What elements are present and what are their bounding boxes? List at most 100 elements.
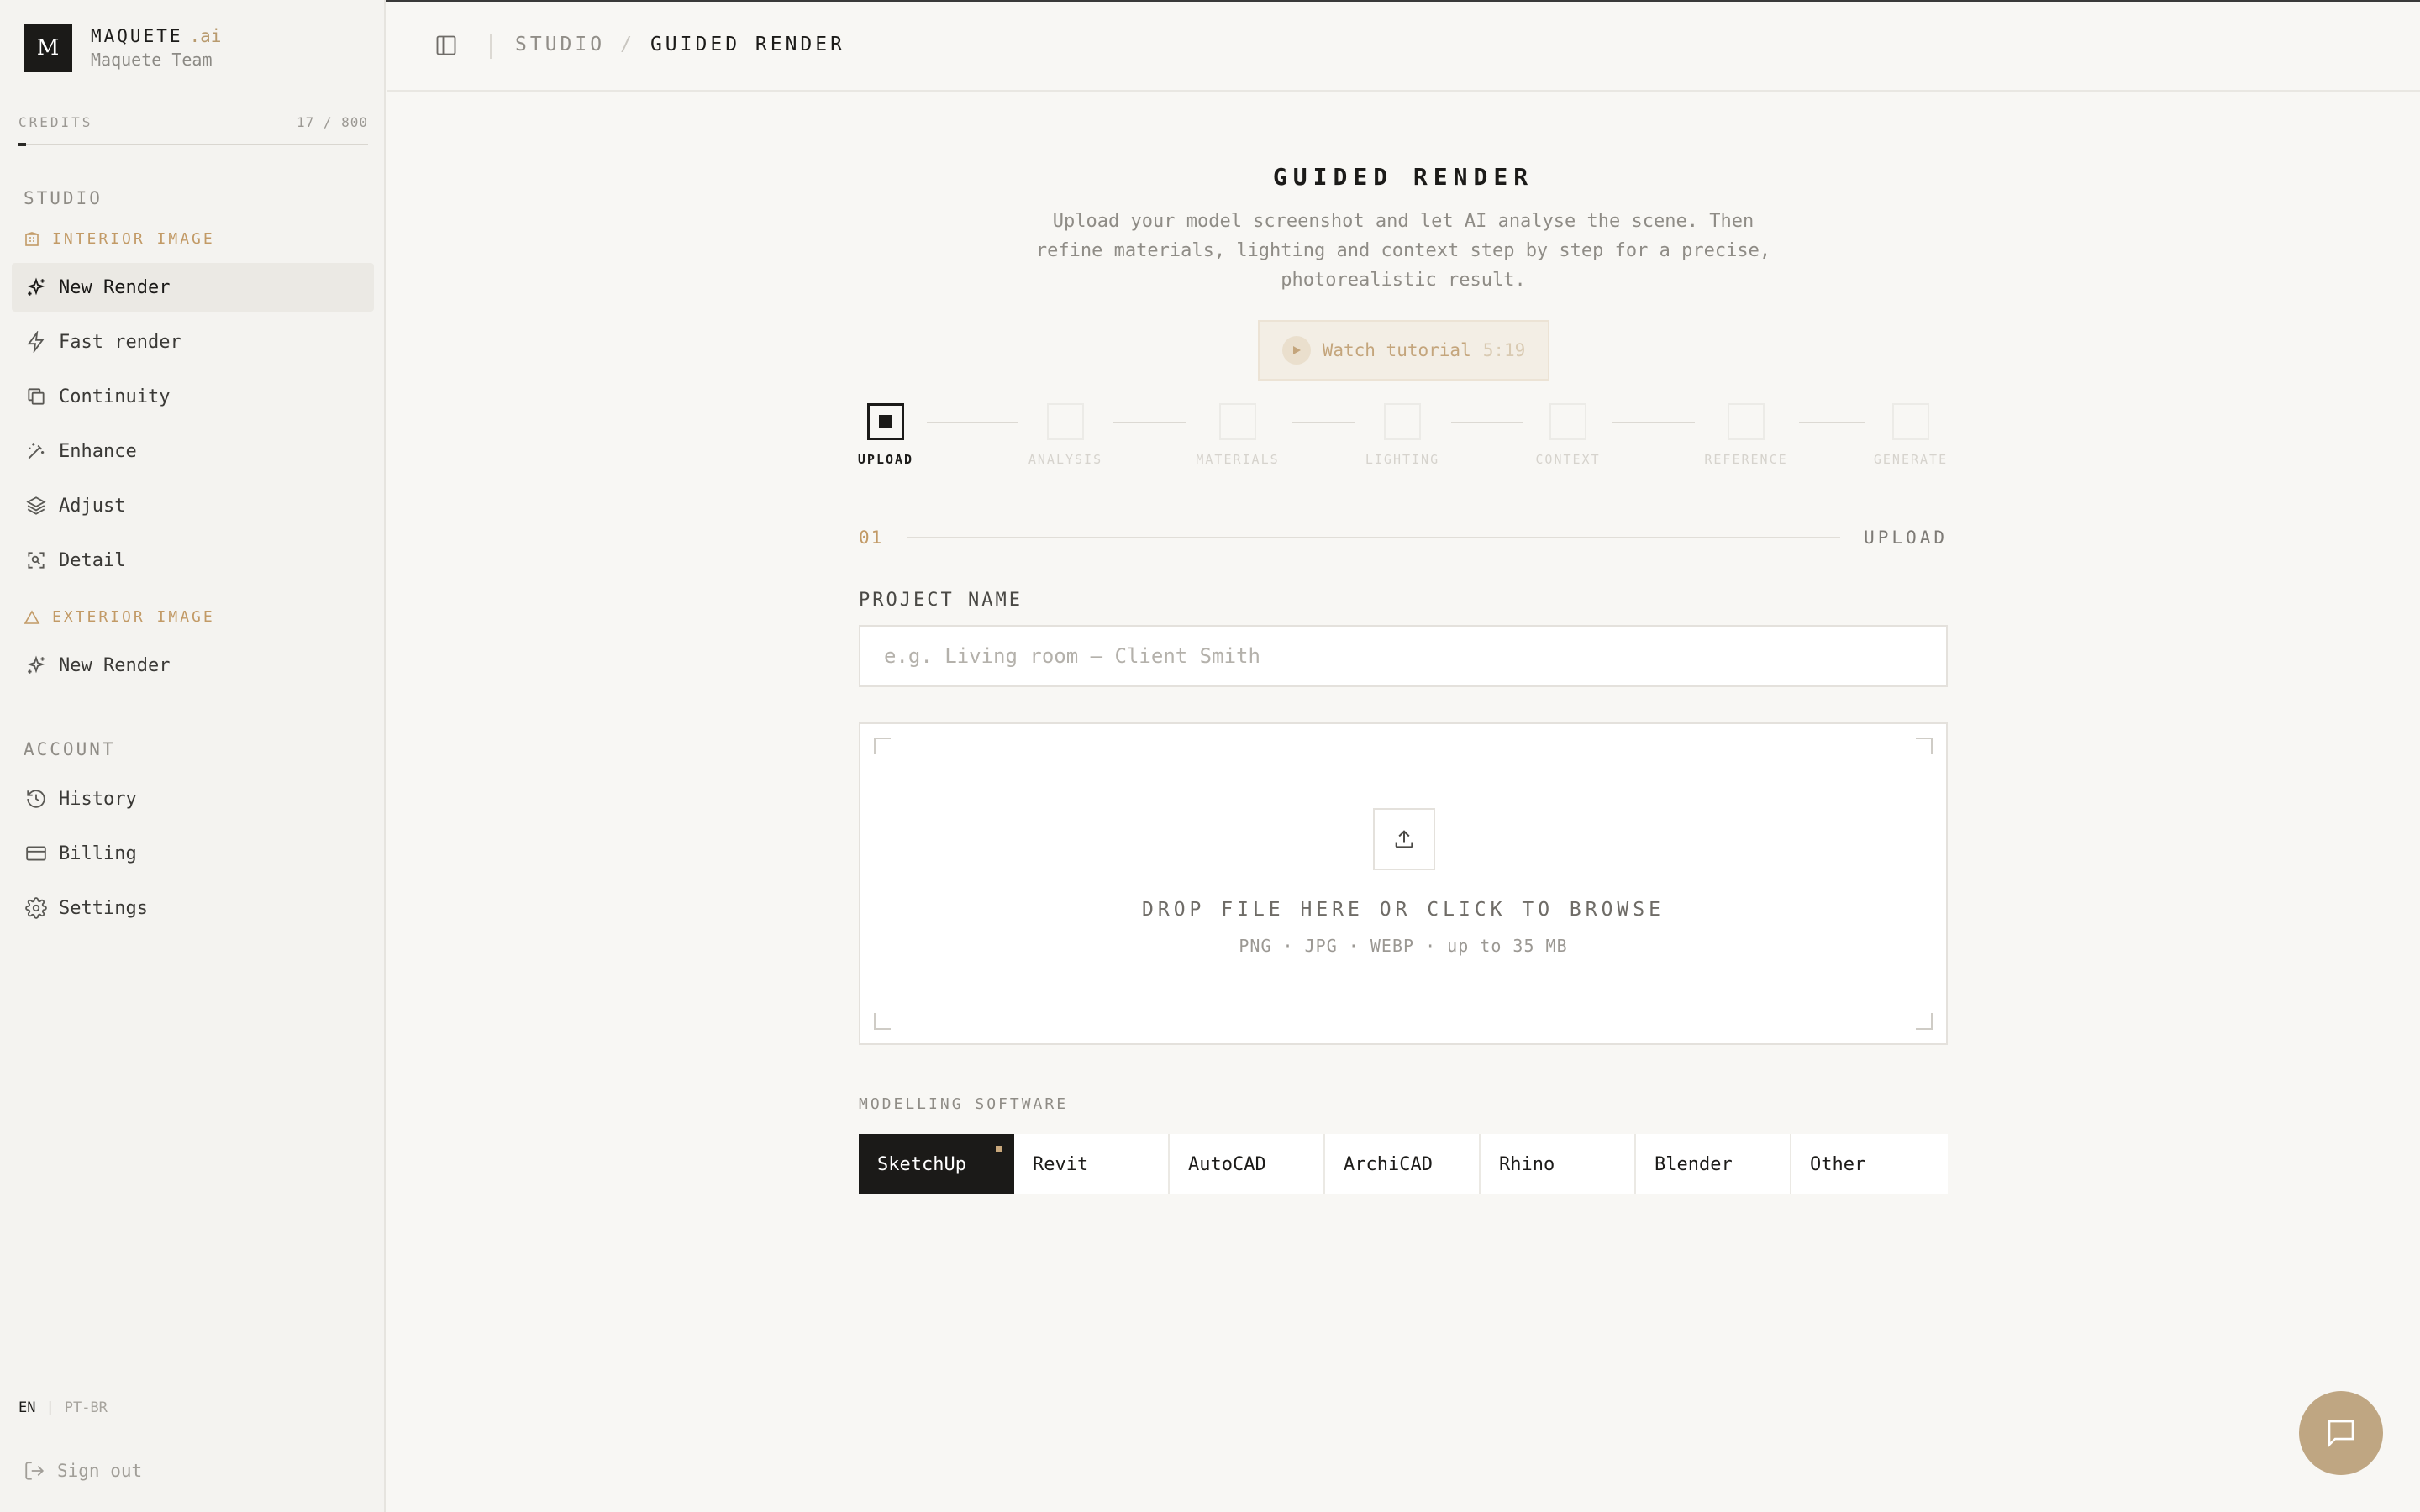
software-option-label: Revit — [1033, 1153, 1089, 1175]
breadcrumb-studio[interactable]: STUDIO — [515, 34, 605, 55]
sparkles-icon — [27, 277, 45, 296]
page-description: Upload your model screenshot and let AI … — [1035, 211, 1771, 291]
sign-out-button[interactable]: Sign out — [24, 1460, 142, 1482]
upload-icon — [1395, 830, 1413, 848]
lang-separator: | — [45, 1399, 55, 1416]
sidebar-item-enhance[interactable]: Enhance — [12, 427, 374, 475]
section-header: 01 UPLOAD — [859, 528, 1948, 548]
credits-progress-track — [18, 143, 368, 146]
step-indicator — [1549, 403, 1586, 440]
step-indicator — [1892, 403, 1929, 440]
lang-en-option[interactable]: EN — [18, 1399, 35, 1416]
watch-tutorial-button[interactable]: Watch tutorial 5:19 — [1258, 320, 1549, 381]
software-option-sketchup[interactable]: SketchUp — [859, 1134, 1014, 1194]
dropzone-corner — [1916, 1013, 1933, 1030]
step-label: MATERIALS — [1196, 452, 1280, 467]
sidebar-toggle-button[interactable] — [434, 34, 458, 60]
step-reference: REFERENCE — [1700, 403, 1792, 467]
brand-logo: M — [24, 24, 72, 72]
stepper-connector — [1113, 422, 1186, 423]
section-name: UPLOAD — [1864, 528, 1948, 548]
credit-card-icon — [26, 846, 46, 861]
modelling-software-selector: SketchUp Revit AutoCAD ArchiCAD Rhino Bl… — [859, 1134, 1948, 1194]
sidebar-item-adjust[interactable]: Adjust — [12, 481, 374, 530]
sidebar-item-detail[interactable]: Detail — [12, 536, 374, 585]
project-name-label: PROJECT NAME — [859, 590, 1023, 611]
file-dropzone[interactable]: DROP FILE HERE OR CLICK TO BROWSE PNG · … — [859, 722, 1948, 1045]
dropzone-corner — [874, 738, 891, 754]
software-option-label: Blender — [1655, 1153, 1733, 1175]
step-indicator — [1384, 403, 1421, 440]
scan-icon — [28, 552, 45, 569]
nav-section-account: ACCOUNT — [24, 739, 116, 759]
step-generate: GENERATE — [1865, 403, 1957, 467]
sidebar-item-fast-render[interactable]: Fast render — [12, 318, 374, 366]
sidebar-item-continuity[interactable]: Continuity — [12, 372, 374, 421]
credits-count: 17 / 800 — [296, 114, 368, 130]
sidebar-item-settings[interactable]: Settings — [12, 884, 374, 932]
step-label: GENERATE — [1873, 452, 1949, 467]
brand-name: MAQUETE — [91, 26, 183, 46]
modelling-software-label: MODELLING SOFTWARE — [859, 1095, 1069, 1113]
software-option-archicad[interactable]: ArchiCAD — [1325, 1134, 1481, 1194]
top-bar: STUDIO / GUIDED RENDER — [387, 2, 2420, 92]
nav-item-label: Detail — [59, 549, 126, 571]
step-analysis: ANALYSIS — [1019, 403, 1112, 467]
step-label: ANALYSIS — [1028, 452, 1103, 467]
building-icon — [25, 231, 39, 246]
triangle-icon — [24, 609, 40, 624]
software-option-label: Rhino — [1499, 1153, 1555, 1175]
sidebar: M MAQUETE .ai Maquete Team CREDITS 17 / 8… — [0, 0, 386, 1512]
step-context: CONTEXT — [1522, 403, 1614, 467]
stepper-connector — [1799, 422, 1865, 423]
gear-icon — [25, 897, 47, 919]
copy-icon — [28, 388, 45, 405]
nav-item-label: Adjust — [59, 495, 126, 517]
step-lighting: LIGHTING — [1356, 403, 1449, 467]
header-divider — [490, 34, 492, 59]
sidebar-item-interior-new-render[interactable]: New Render — [12, 263, 374, 312]
project-name-input[interactable] — [859, 625, 1948, 687]
nav-item-label: Billing — [59, 843, 137, 864]
credits-label: CREDITS — [18, 114, 93, 130]
stepper-connector — [1292, 422, 1355, 423]
nav-item-label: Fast render — [59, 331, 182, 353]
brand-text: MAQUETE .ai Maquete Team — [91, 26, 221, 70]
credits-progress-fill — [18, 143, 26, 146]
layers-icon — [26, 496, 46, 515]
sidebar-item-exterior-new-render[interactable]: New Render — [12, 641, 374, 690]
nav-section-studio: STUDIO — [24, 188, 103, 208]
sign-out-label: Sign out — [57, 1461, 143, 1481]
lang-ptbr-option[interactable]: PT-BR — [65, 1399, 108, 1416]
step-label: CONTEXT — [1535, 452, 1601, 467]
tutorial-label: Watch tutorial — [1322, 340, 1471, 360]
step-label: UPLOAD — [857, 452, 914, 467]
language-switcher: EN | PT-BR — [18, 1399, 108, 1416]
nav-item-label: Enhance — [59, 440, 137, 462]
step-upload[interactable]: UPLOAD — [839, 403, 932, 467]
software-option-label: ArchiCAD — [1344, 1153, 1433, 1175]
chat-button[interactable] — [2299, 1391, 2383, 1475]
software-option-other[interactable]: Other — [1791, 1134, 1947, 1194]
sidebar-item-history[interactable]: History — [12, 774, 374, 823]
software-option-blender[interactable]: Blender — [1636, 1134, 1791, 1194]
dropzone-formats: PNG · JPG · WEBP · up to 35 MB — [1239, 936, 1568, 956]
breadcrumb: STUDIO / GUIDED RENDER — [515, 34, 845, 55]
sidebar-toggle-icon — [436, 35, 456, 55]
software-option-autocad[interactable]: AutoCAD — [1170, 1134, 1325, 1194]
software-option-rhino[interactable]: Rhino — [1481, 1134, 1636, 1194]
nav-group-exterior: EXTERIOR IMAGE — [24, 608, 215, 626]
magic-wand-icon — [28, 443, 45, 459]
section-rule — [907, 537, 1841, 538]
sidebar-item-billing[interactable]: Billing — [12, 829, 374, 878]
brand[interactable]: M MAQUETE .ai Maquete Team — [24, 24, 221, 72]
upload-button[interactable] — [1373, 808, 1435, 870]
tutorial-duration: 5:19 — [1482, 340, 1526, 360]
step-indicator — [1728, 403, 1765, 440]
software-option-revit[interactable]: Revit — [1014, 1134, 1170, 1194]
page-title: GUIDED RENDER — [1272, 163, 1534, 191]
sign-out-icon — [25, 1462, 45, 1480]
step-label: REFERENCE — [1704, 452, 1788, 467]
credits-meter: CREDITS 17 / 800 — [18, 114, 368, 146]
dropzone-corner — [874, 1013, 891, 1030]
